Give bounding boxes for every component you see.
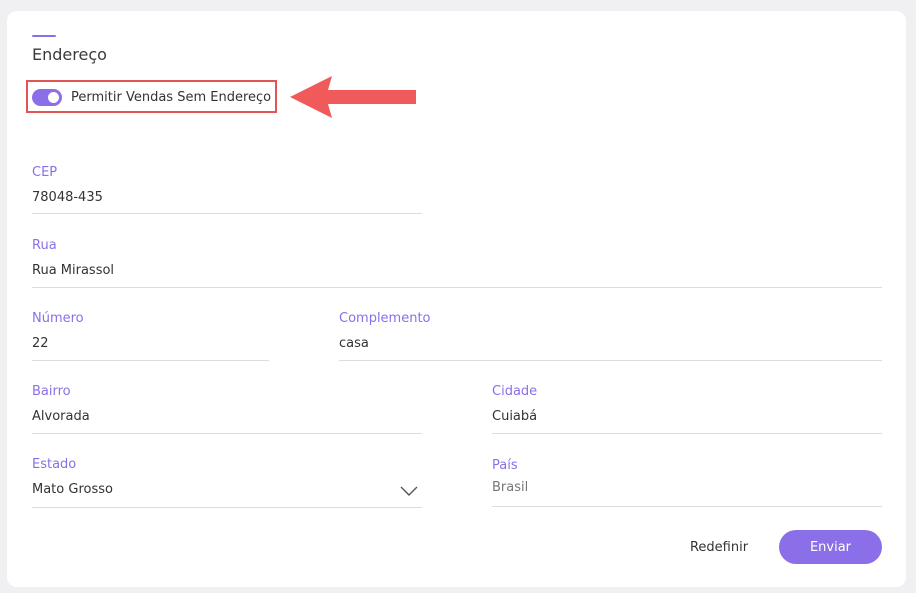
toggle-knob xyxy=(48,92,59,103)
street-value: Rua Mirassol xyxy=(32,263,115,278)
field-underline xyxy=(32,360,269,361)
neighborhood-value: Alvorada xyxy=(32,409,90,424)
city-value: Cuiabá xyxy=(492,409,538,424)
neighborhood-label: Bairro xyxy=(32,384,71,399)
field-underline xyxy=(32,287,882,288)
complement-label: Complemento xyxy=(339,311,431,326)
country-value: Brasil xyxy=(492,480,529,495)
country-label: País xyxy=(492,458,518,473)
street-label: Rua xyxy=(32,238,57,253)
field-underline xyxy=(339,360,882,361)
submit-button[interactable]: Enviar xyxy=(779,530,882,564)
city-label: Cidade xyxy=(492,384,538,399)
toggle-label: Permitir Vendas Sem Endereço xyxy=(71,90,272,105)
cep-label: CEP xyxy=(32,165,58,180)
field-underline xyxy=(32,213,422,214)
number-label: Número xyxy=(32,311,84,326)
field-underline xyxy=(492,506,882,507)
number-field[interactable]: Número 22 xyxy=(32,311,269,361)
field-underline xyxy=(32,433,422,434)
field-underline xyxy=(32,507,422,508)
complement-field[interactable]: Complemento casa xyxy=(339,311,882,361)
cep-field[interactable]: CEP 78048-435 xyxy=(32,165,422,214)
annotation-arrow-icon xyxy=(290,76,416,118)
state-label: Estado xyxy=(32,457,77,472)
cep-value: 78048-435 xyxy=(32,190,103,205)
title-accent-bar xyxy=(32,35,56,37)
state-select[interactable]: Estado Mato Grosso xyxy=(32,457,422,508)
neighborhood-field[interactable]: Bairro Alvorada xyxy=(32,384,422,434)
field-underline xyxy=(492,433,882,434)
country-field: País Brasil xyxy=(492,458,882,507)
street-field[interactable]: Rua Rua Mirassol xyxy=(32,238,882,288)
city-field[interactable]: Cidade Cuiabá xyxy=(492,384,882,434)
chevron-down-icon[interactable] xyxy=(400,485,418,497)
reset-button[interactable]: Redefinir xyxy=(680,531,758,563)
allow-sales-without-address-toggle[interactable] xyxy=(32,89,62,106)
state-value: Mato Grosso xyxy=(32,482,113,497)
number-value: 22 xyxy=(32,336,49,351)
complement-value: casa xyxy=(339,336,369,351)
section-title: Endereço xyxy=(32,45,107,64)
